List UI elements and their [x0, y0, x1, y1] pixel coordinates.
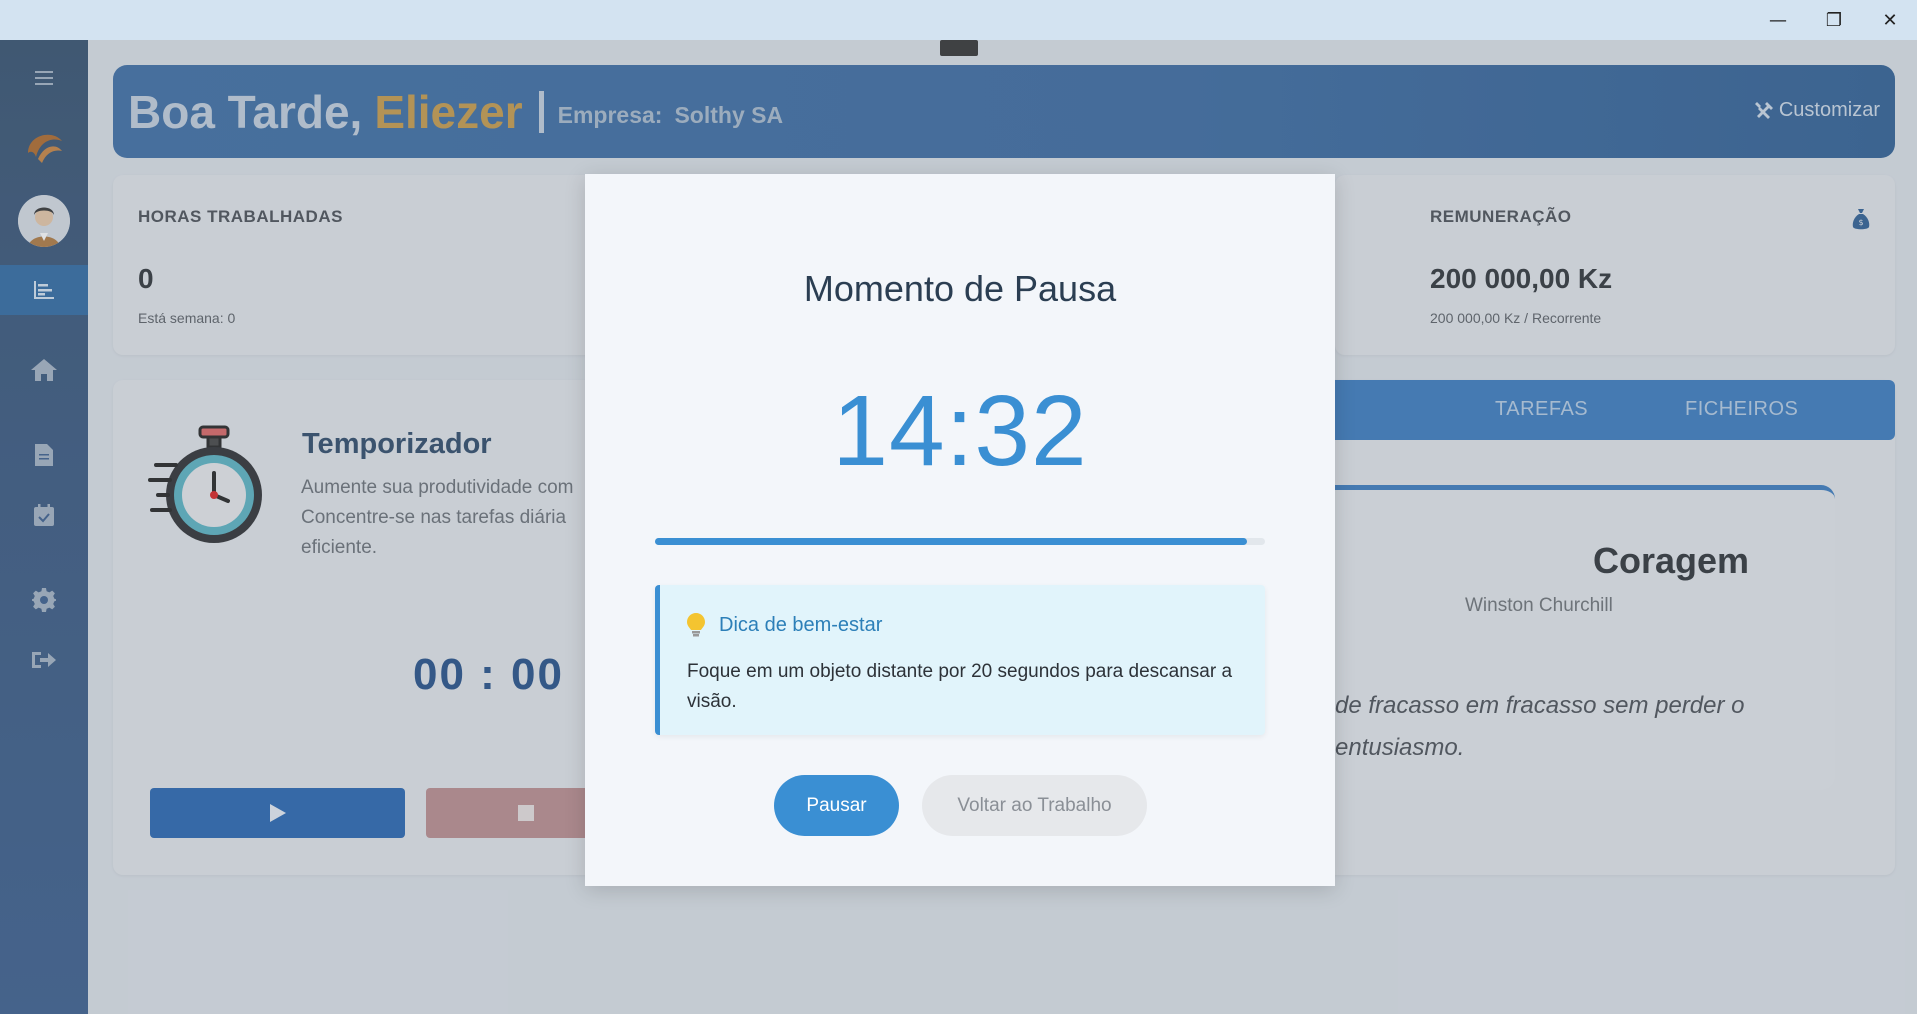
- wellbeing-tip: Dica de bem-estar Foque em um objeto dis…: [655, 585, 1265, 735]
- break-progress-bar: [655, 538, 1265, 545]
- lightbulb-icon: [687, 613, 705, 637]
- back-to-work-button[interactable]: Voltar ao Trabalho: [922, 775, 1147, 836]
- tip-title: Dica de bem-estar: [719, 613, 883, 636]
- window-titlebar: — ❐ ✕: [0, 0, 1917, 40]
- pause-button[interactable]: Pausar: [774, 775, 899, 836]
- modal-title: Momento de Pausa: [803, 268, 1117, 309]
- tip-text: Foque em um objeto distante por 20 segun…: [687, 661, 1233, 712]
- minimize-button[interactable]: —: [1750, 0, 1806, 40]
- break-countdown: 14:32: [832, 375, 1088, 487]
- close-button[interactable]: ✕: [1862, 0, 1917, 40]
- maximize-button[interactable]: ❐: [1806, 0, 1862, 40]
- tip-header: Dica de bem-estar: [687, 613, 882, 637]
- break-modal: Momento de Pausa 14:32 Dica de bem-estar…: [585, 174, 1335, 886]
- break-progress-fill: [655, 538, 1247, 545]
